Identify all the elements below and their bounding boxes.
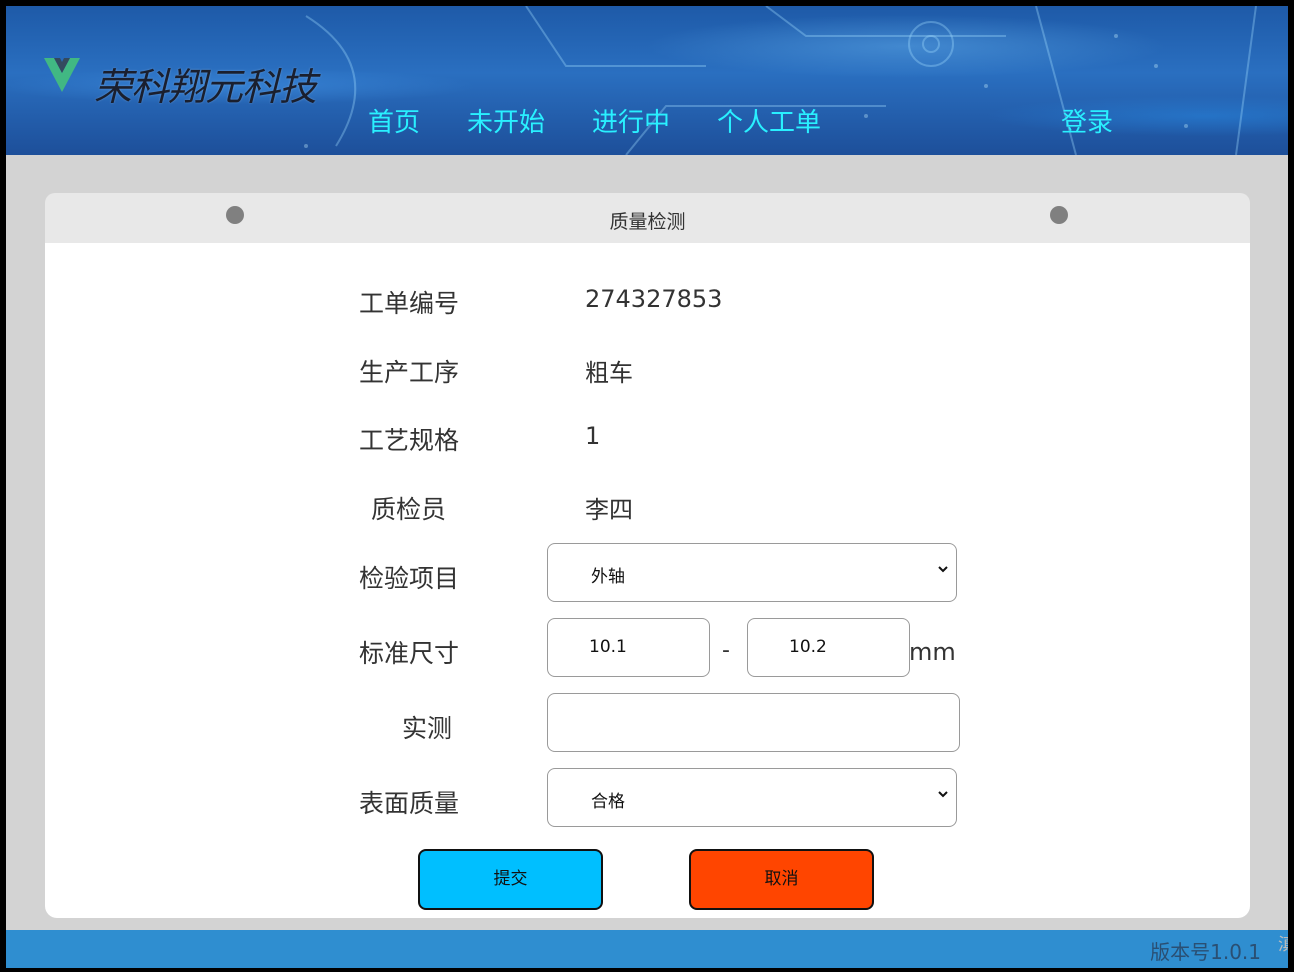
std-min-input[interactable]: 10.1 bbox=[547, 618, 710, 677]
submit-button[interactable]: 提交 bbox=[418, 849, 603, 910]
version-text: 版本号1.0.1 bbox=[1150, 940, 1261, 964]
brand-name: 荣科翔元科技 bbox=[94, 65, 317, 109]
cancel-button[interactable]: 取消 bbox=[689, 849, 874, 910]
footer-bar: 版本号1.0.1 bbox=[6, 930, 1288, 968]
unit-label: mm bbox=[909, 638, 956, 666]
nav-in-progress[interactable]: 进行中 bbox=[592, 102, 670, 139]
app-frame: 荣科翔元科技 首页 未开始 进行中 个人工单 登录 质量检测 工单编号 2743… bbox=[6, 6, 1288, 968]
surface-quality-selected: 合格 bbox=[591, 792, 625, 812]
chevron-down-icon bbox=[938, 791, 948, 798]
measured-input[interactable] bbox=[547, 693, 960, 752]
inspection-item-selected: 外轴 bbox=[591, 567, 625, 587]
card-header: 质量检测 bbox=[45, 193, 1250, 243]
chevron-down-icon bbox=[938, 566, 948, 573]
nav-login[interactable]: 登录 bbox=[1061, 102, 1113, 139]
surface-quality-select[interactable]: 合格 bbox=[547, 768, 957, 827]
card-title: 质量检测 bbox=[609, 211, 686, 233]
inspection-item-select[interactable]: 外轴 bbox=[547, 543, 957, 602]
spec-value: 1 bbox=[585, 422, 601, 450]
vue-logo-icon bbox=[44, 58, 80, 92]
process-label: 生产工序 bbox=[359, 358, 460, 387]
nav-not-started[interactable]: 未开始 bbox=[467, 102, 545, 139]
order-no-label: 工单编号 bbox=[359, 289, 460, 318]
header-banner: 荣科翔元科技 首页 未开始 进行中 个人工单 登录 bbox=[6, 6, 1288, 155]
process-value: 粗车 bbox=[585, 359, 633, 387]
inspector-value: 李四 bbox=[585, 496, 633, 524]
range-separator: - bbox=[722, 638, 730, 663]
std-size-label: 标准尺寸 bbox=[359, 639, 460, 668]
nav-personal-orders[interactable]: 个人工单 bbox=[717, 102, 821, 139]
std-min-value: 10.1 bbox=[589, 637, 627, 657]
order-no-value: 274327853 bbox=[585, 285, 723, 313]
edge-clipped-text: 滇 bbox=[1278, 935, 1288, 955]
nav-home[interactable]: 首页 bbox=[368, 102, 420, 139]
std-max-value: 10.2 bbox=[789, 637, 827, 657]
item-label: 检验项目 bbox=[359, 564, 460, 593]
right-dot-icon bbox=[1050, 206, 1068, 224]
std-max-input[interactable]: 10.2 bbox=[747, 618, 910, 677]
spec-label: 工艺规格 bbox=[359, 426, 460, 455]
surface-label: 表面质量 bbox=[359, 789, 460, 818]
inspector-label: 质检员 bbox=[371, 495, 447, 524]
